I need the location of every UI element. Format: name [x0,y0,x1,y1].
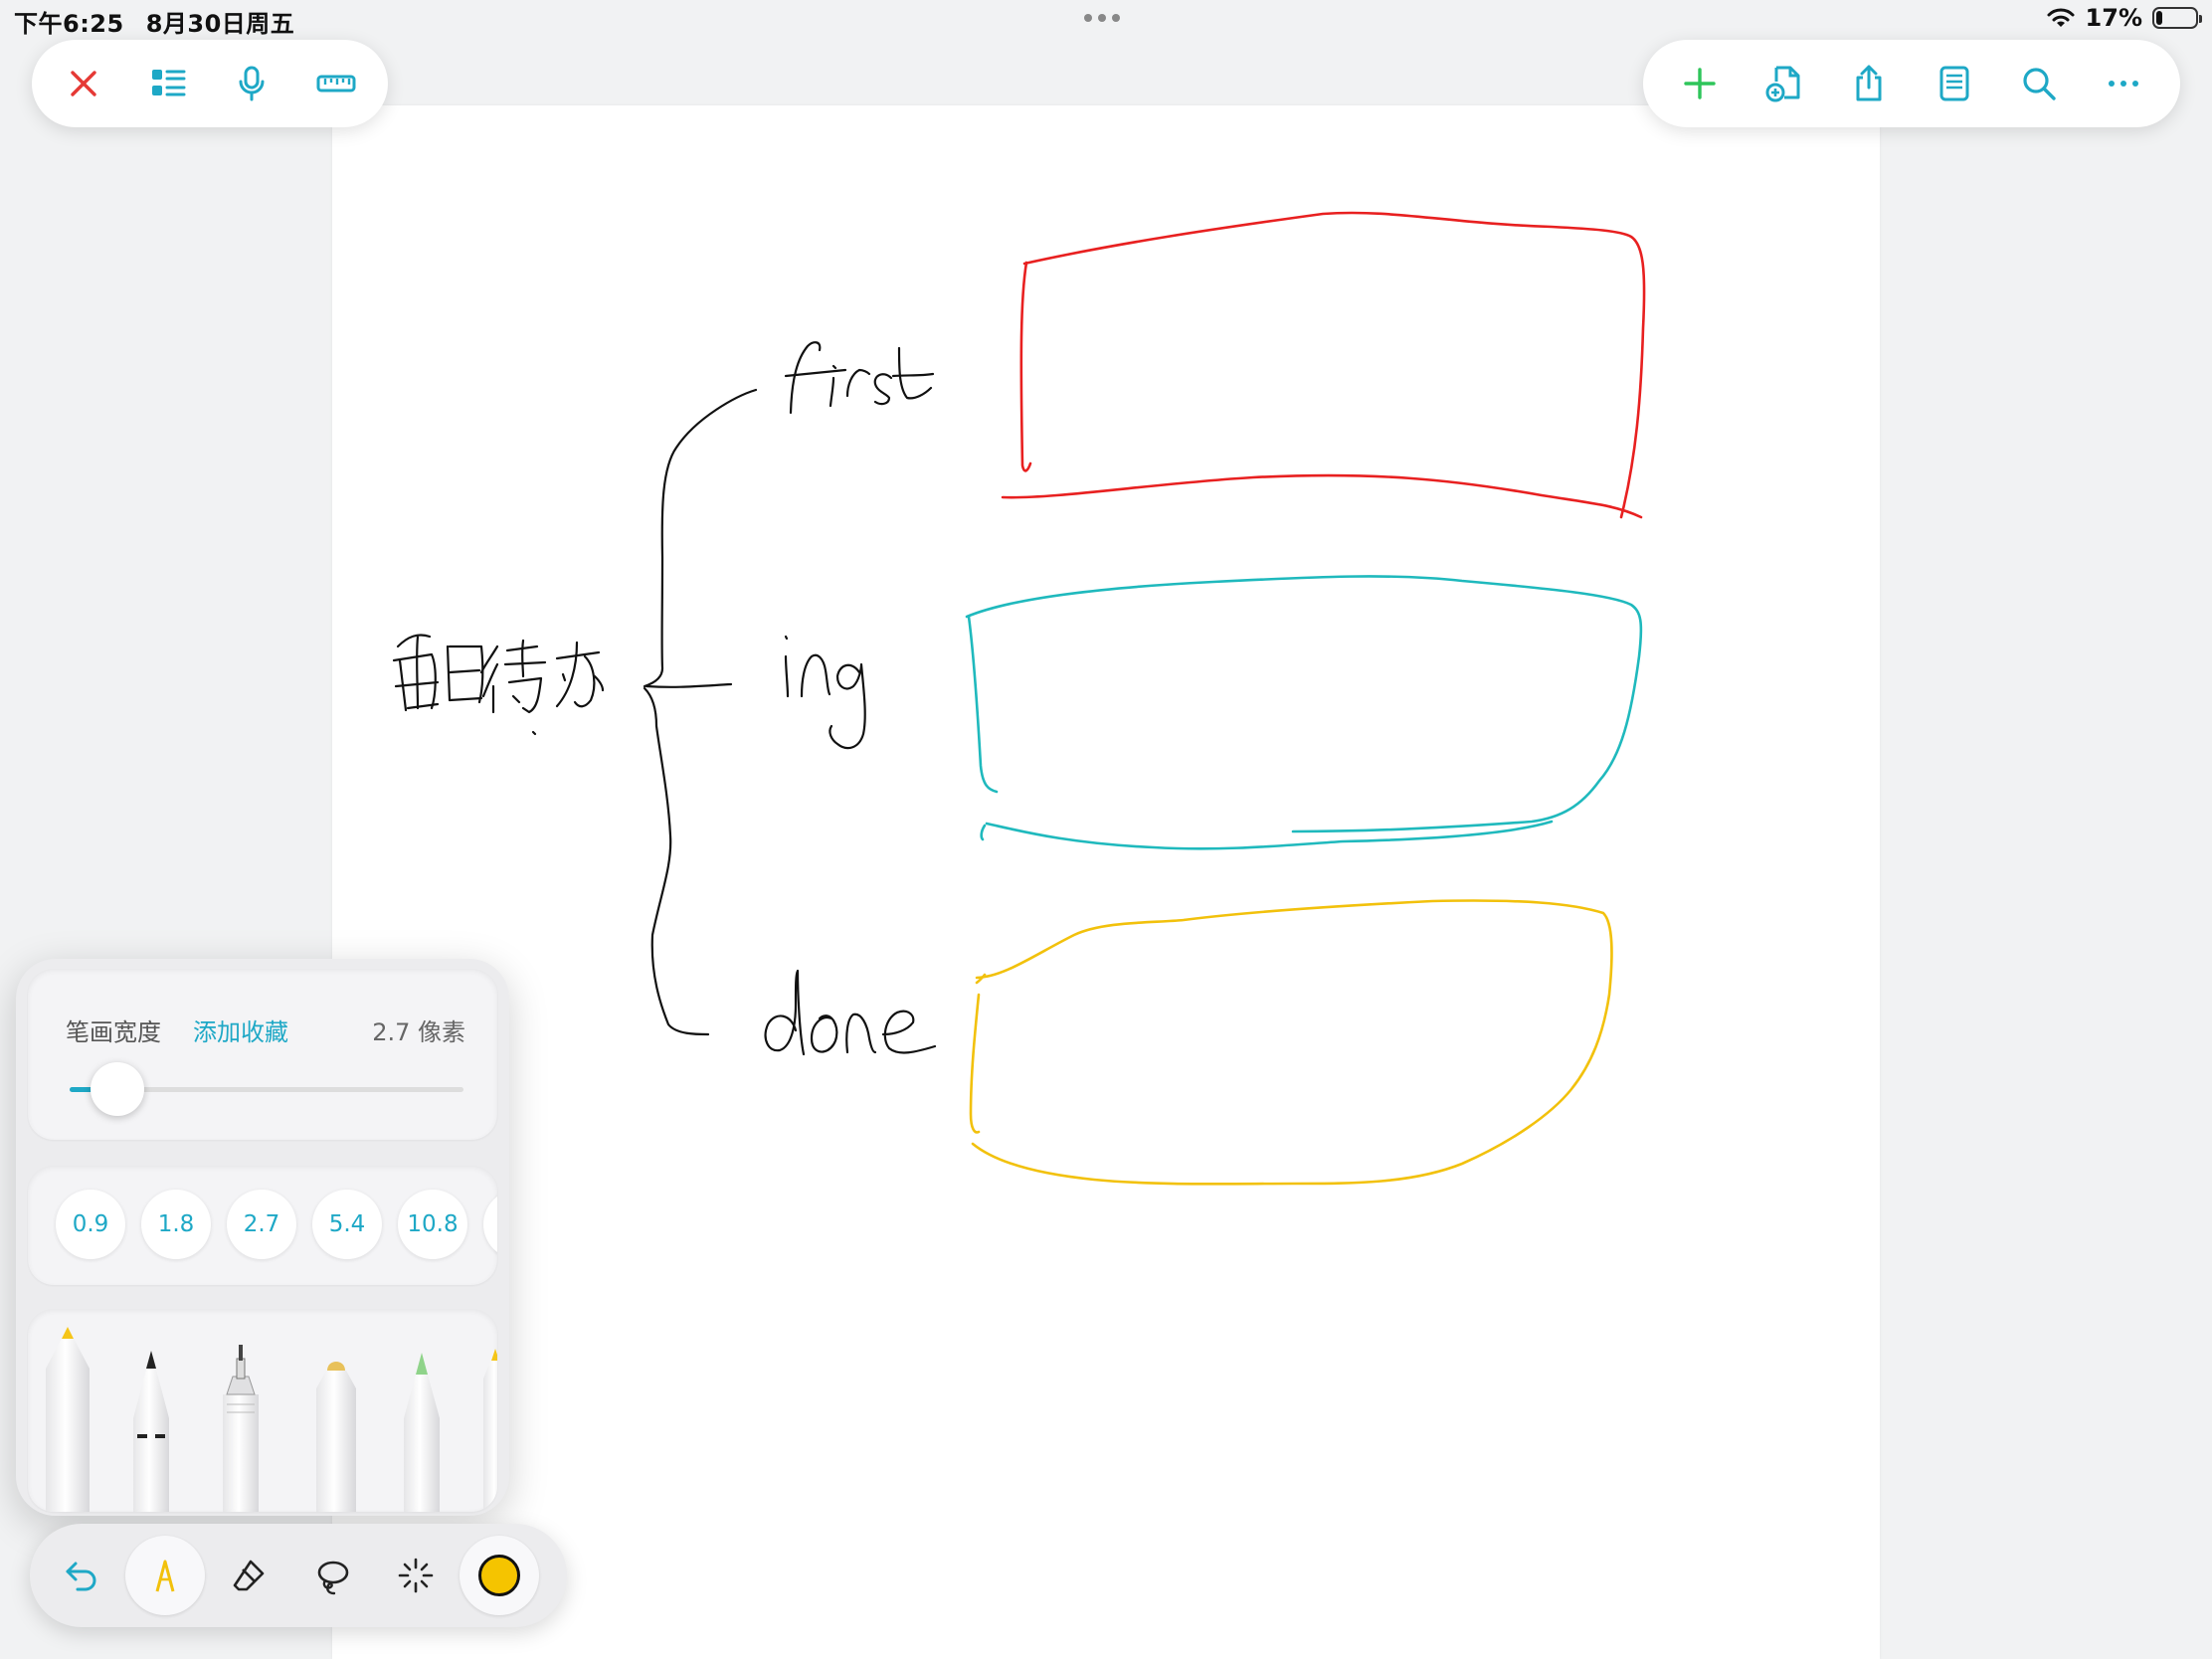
pen-tool-button[interactable] [125,1536,205,1615]
share-icon [1856,65,1882,101]
more-icon [2109,81,2139,87]
share-button[interactable] [1839,54,1899,113]
add-favorite-button[interactable]: 添加收藏 [193,1013,288,1047]
drawing-toolbar [30,1524,567,1627]
size-presets: 0.91.82.75.410.82 [56,1190,497,1259]
lasso-button[interactable] [292,1536,372,1615]
undo-icon [66,1562,96,1591]
handwriting-ink [392,341,937,1056]
first-box [1001,211,1646,519]
magic-button[interactable] [376,1536,456,1615]
page-view-icon [1939,66,1969,101]
close-button[interactable] [54,54,113,113]
new-document-button[interactable] [1754,54,1814,113]
stroke-width-label: 笔画宽度 [66,1018,161,1046]
pen-icon [155,1560,175,1592]
stroke-width-value: 2.7 像素 [372,1018,465,1046]
pen-settings-panel: 笔画宽度 添加收藏 2.7 像素 0.91.82.75.410.82 [16,959,509,1516]
microphone-button[interactable] [222,54,281,113]
add-page-icon [1683,68,1716,99]
ing-box [965,575,1643,850]
magic-icon [398,1558,434,1593]
highlighter-tool[interactable] [404,1353,440,1512]
color-swatch [478,1555,520,1596]
pencil-tool[interactable] [46,1327,90,1512]
size-preset-button[interactable]: 0.9 [56,1190,125,1259]
fineliner-tool[interactable] [223,1345,259,1512]
page-view-button[interactable] [1925,54,1984,113]
pen-types-card [28,1309,497,1512]
outline-icon [151,70,186,96]
stroke-width-slider[interactable] [70,1062,463,1116]
microphone-icon [239,66,265,101]
top-right-toolbar [1643,40,2180,127]
close-icon [71,71,96,96]
search-icon [2023,68,2056,100]
done-box [969,899,1613,1186]
size-preset-button[interactable]: 5.4 [312,1190,382,1259]
new-document-icon [1765,66,1800,102]
search-button[interactable] [2009,54,2069,113]
eraser-icon [233,1560,265,1591]
size-preset-button[interactable]: 2 [483,1190,497,1259]
stroke-width-card: 笔画宽度 添加收藏 2.7 像素 [28,969,497,1140]
pen-types [46,1327,497,1512]
eraser-button[interactable] [209,1536,288,1615]
crayon-tool[interactable] [483,1349,497,1512]
ruler-icon [316,75,356,92]
size-preset-button[interactable]: 10.8 [398,1190,467,1259]
marker-tool[interactable] [316,1362,356,1512]
ruler-button[interactable] [306,54,366,113]
size-preset-button[interactable]: 1.8 [141,1190,211,1259]
undo-button[interactable] [42,1536,121,1615]
outline-button[interactable] [138,54,198,113]
color-button[interactable] [460,1536,539,1615]
lasso-icon [317,1561,349,1595]
slider-thumb[interactable] [90,1062,144,1116]
top-left-toolbar [32,40,388,127]
more-button[interactable] [2094,54,2153,113]
size-preset-button[interactable]: 2.7 [227,1190,296,1259]
fountain-pen-tool[interactable] [133,1351,169,1512]
add-page-button[interactable] [1670,54,1730,113]
size-presets-card: 0.91.82.75.410.82 [28,1166,497,1285]
